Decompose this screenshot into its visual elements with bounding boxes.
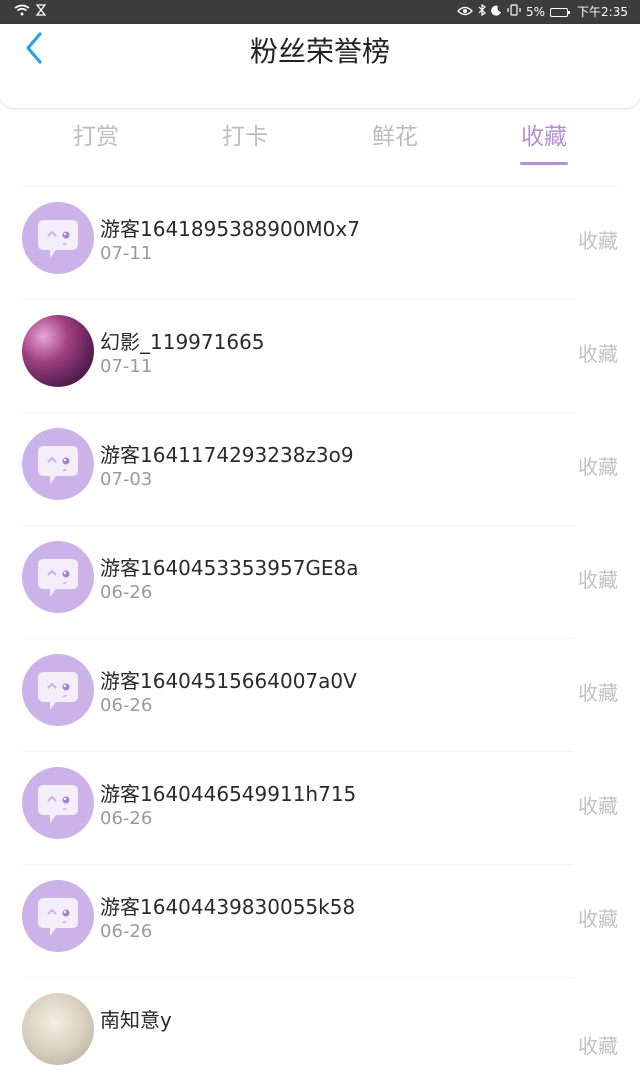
list-item-action: 收藏	[578, 568, 618, 592]
list-item-date: 07-03	[100, 469, 153, 490]
list-item[interactable]: 幻影_119971665 07-11 收藏	[0, 300, 640, 413]
list-item-name: 游客1641174293238z3o9	[100, 443, 354, 467]
chat-bubble-icon	[38, 446, 78, 484]
list-item-name: 游客16404439830055k58	[100, 895, 356, 919]
bluetooth-icon	[478, 0, 486, 24]
list-item-name: 游客1640446549911h715	[100, 782, 357, 806]
list-item-date: 06-26	[100, 695, 153, 716]
list-item-action: 收藏	[578, 342, 618, 366]
avatar	[22, 315, 94, 387]
avatar	[22, 202, 94, 274]
avatar	[22, 654, 94, 726]
status-bar: 5% 下午2:35	[0, 0, 640, 24]
status-right: 5% 下午2:35	[457, 0, 628, 24]
active-tab-indicator	[520, 162, 568, 165]
list-item[interactable]: 游客1641895388900M0x7 07-11 收藏	[0, 187, 640, 300]
list-item-name: 游客16404515664007a0V	[100, 669, 357, 693]
tab-bar: 打赏 打卡 鲜花 收藏	[0, 112, 640, 168]
vibrate-icon	[507, 0, 521, 24]
hourglass-icon	[35, 0, 47, 24]
status-left	[14, 0, 47, 24]
battery-percent: 5%	[526, 5, 546, 19]
chat-bubble-icon	[38, 785, 78, 823]
list-item[interactable]: 游客1640453353957GE8a 06-26 收藏	[0, 526, 640, 639]
list-item-action: 收藏	[578, 681, 618, 705]
list-item-name: 游客1640453353957GE8a	[100, 556, 359, 580]
chat-bubble-icon	[38, 559, 78, 597]
wifi-icon	[14, 0, 30, 24]
eye-icon	[457, 0, 473, 24]
list-item-date: 07-11	[100, 243, 153, 264]
avatar	[22, 541, 94, 613]
list-item-date: 06-26	[100, 582, 153, 603]
list-item[interactable]: 南知意y 收藏	[0, 978, 640, 1091]
tab-reward[interactable]: 打赏	[46, 120, 146, 154]
list-item-action: 收藏	[578, 907, 618, 931]
list-item[interactable]: 游客1640446549911h715 06-26 收藏	[0, 752, 640, 865]
list-item-date: 06-26	[100, 808, 153, 829]
tab-flowers[interactable]: 鲜花	[345, 120, 445, 154]
chat-bubble-icon	[38, 220, 78, 258]
battery-icon	[550, 7, 571, 17]
avatar	[22, 880, 94, 952]
tab-checkin[interactable]: 打卡	[195, 120, 295, 154]
avatar	[22, 428, 94, 500]
list-item[interactable]: 游客16404515664007a0V 06-26 收藏	[0, 639, 640, 752]
chat-bubble-icon	[38, 898, 78, 936]
list-item-name: 游客1641895388900M0x7	[100, 217, 360, 241]
list-item-action: 收藏	[578, 455, 618, 479]
list-item-action: 收藏	[578, 794, 618, 818]
list-item-action: 收藏	[578, 229, 618, 253]
chat-bubble-icon	[38, 672, 78, 710]
avatar	[22, 767, 94, 839]
header: 粉丝荣誉榜	[0, 24, 640, 108]
status-time: 下午2:35	[577, 5, 628, 19]
list-item-date: 06-26	[100, 921, 153, 942]
avatar	[22, 993, 94, 1065]
page-title: 粉丝荣誉榜	[249, 35, 390, 68]
moon-icon	[491, 0, 502, 24]
list-item-name: 南知意y	[100, 1008, 172, 1032]
list-item-action: 收藏	[578, 1034, 618, 1058]
list-item[interactable]: 游客16404439830055k58 06-26 收藏	[0, 865, 640, 978]
list-item-date: 07-11	[100, 356, 153, 377]
list-item[interactable]: 游客1641174293238z3o9 07-03 收藏	[0, 413, 640, 526]
list-item-name: 幻影_119971665	[100, 330, 265, 354]
tab-favorites[interactable]: 收藏	[494, 120, 594, 154]
